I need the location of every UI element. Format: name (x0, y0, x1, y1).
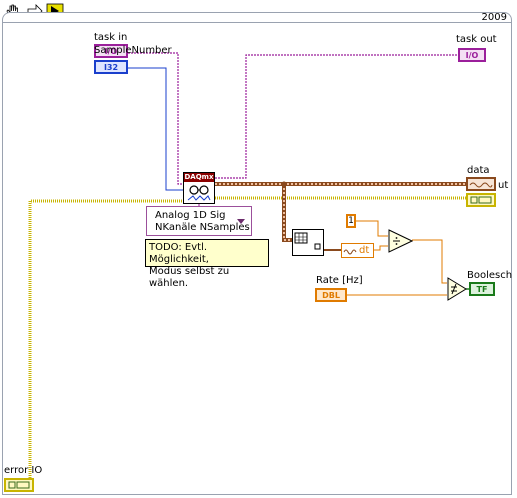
chevron-down-icon[interactable] (237, 219, 245, 224)
comment-line-2: Modus selbst zu wählen. (149, 266, 230, 289)
polymorphic-selector[interactable]: Analog 1D Sig NKanäle NSamples (146, 206, 252, 236)
constant-one[interactable]: 1 (346, 214, 356, 228)
cluster-icon (8, 481, 30, 489)
rate-terminal[interactable]: DBL (315, 288, 347, 302)
daqmx-read-node[interactable]: DAQmx (183, 172, 215, 204)
data-label: data (467, 165, 490, 176)
divide-icon[interactable] (388, 229, 413, 253)
task-out-type: I/O (465, 50, 479, 60)
glasses-icon (187, 185, 211, 201)
waveform-icon (469, 182, 493, 188)
selector-line-1: Analog 1D Sig (155, 210, 226, 221)
comment-line-1: TODO: Evtl. Möglichkeit, (149, 242, 209, 265)
data-suffix: ut (498, 180, 509, 191)
error-out-terminal[interactable] (466, 193, 496, 207)
cluster-icon (470, 196, 492, 204)
rate-label: Rate [Hz] (316, 275, 363, 286)
sample-number-label: SampleNumber (94, 45, 172, 56)
not-equal-icon[interactable] (447, 277, 467, 301)
rate-type: DBL (322, 290, 340, 300)
selector-line-2: NKanäle NSamples (155, 222, 250, 233)
dt-label: dt (359, 245, 370, 256)
boolean-terminal[interactable]: TF (469, 282, 495, 296)
error-in-label: error IO (4, 465, 43, 476)
data-terminal[interactable] (466, 177, 496, 191)
error-in-terminal[interactable] (4, 478, 34, 492)
task-in-label: task in (94, 32, 128, 43)
task-out-terminal[interactable]: I/O (458, 48, 486, 62)
get-waveform-node[interactable] (292, 229, 324, 256)
dt-node[interactable]: dt (341, 243, 374, 258)
task-out-label: task out (456, 34, 497, 45)
array-grid-icon (294, 232, 321, 250)
daqmx-header: DAQmx (184, 173, 214, 182)
sample-number-type: I32 (103, 62, 119, 72)
todo-comment: TODO: Evtl. Möglichkeit, Modus selbst zu… (145, 239, 269, 289)
boolean-label: Boolesch (467, 270, 513, 281)
sample-number-terminal[interactable]: I32 (94, 60, 128, 74)
boolean-type: TF (476, 284, 488, 294)
waveform-icon (343, 249, 357, 255)
